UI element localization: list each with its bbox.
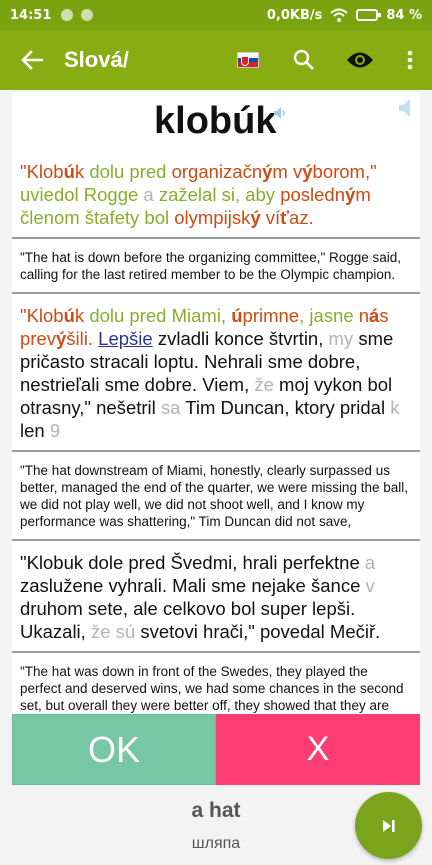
sentence-segment: olympijsk (174, 207, 251, 228)
example-1: "Klobúk dolu pred organizačným výborom,"… (12, 160, 420, 294)
sentence-segment: ú (63, 161, 75, 182)
sentence-segment: ý (302, 161, 313, 182)
sentence-segment: zvladli konce štvrtin, (152, 328, 329, 349)
sentence-segment: "Klob (20, 305, 64, 326)
sentence-segment: , (299, 305, 310, 326)
search-icon (293, 49, 314, 70)
next-button[interactable] (355, 792, 422, 859)
sentence-segment: členom štafety bol (20, 207, 175, 228)
overflow-menu-button[interactable] (388, 30, 432, 90)
sentence-segment: ú (63, 305, 75, 326)
sentence-segment: az. (289, 207, 314, 228)
sentence-segment: ý (345, 184, 356, 205)
search-button[interactable] (276, 30, 332, 90)
word-link[interactable]: Lepšie (98, 328, 153, 349)
sentence-segment: organizačn (171, 161, 263, 182)
divider (12, 450, 420, 452)
sentence-segment: v (365, 575, 375, 596)
example-translation: "The hat downstream of Miami, honestly, … (20, 463, 408, 529)
skip-next-icon (382, 819, 395, 832)
sentence-segment: 9 (49, 420, 61, 441)
sentence-segment: k (390, 397, 400, 418)
example-sentence: "Klobúk dolu pred Miami, úprimne, jasne … (12, 304, 420, 442)
sentence-segment: s (379, 305, 389, 326)
sentence-segment: ví (260, 207, 281, 228)
visibility-button[interactable] (332, 30, 388, 90)
sentence-segment: ú (231, 305, 243, 326)
language-button[interactable] (220, 30, 276, 90)
speaker-icon[interactable] (398, 98, 414, 118)
sentence-segment: uviedol Rogge (20, 184, 144, 205)
back-button[interactable] (0, 30, 64, 90)
sentence-segment: zaželal si, aby (158, 184, 281, 205)
arrow-left-icon (21, 50, 43, 70)
example-translation: "The hat is down before the organizing c… (20, 250, 402, 282)
example-2: "Klobúk dolu pred Miami, úprimne, jasne … (12, 304, 420, 541)
divider (12, 539, 420, 541)
divider (12, 651, 420, 653)
sentence-segment: n (358, 305, 370, 326)
sentence-segment: k (74, 161, 90, 182)
sentence-segment: že (254, 374, 280, 395)
sentence-segment: svetovi hrači," povedal Mečiř. (140, 621, 381, 642)
sentence-segment: posledn (280, 184, 346, 205)
ok-button[interactable]: OK (12, 714, 216, 785)
example-3: "Klobuk dole pred Švedmi, hrali perfektn… (12, 551, 420, 714)
status-bar: 14:51 0,0KB/s 84 % (0, 0, 432, 30)
sentence-segment: šili. (66, 328, 99, 349)
divider (12, 292, 420, 294)
example-sentence: "Klobúk dolu pred organizačným výborom,"… (12, 160, 420, 229)
sentence-segment: my (328, 328, 359, 349)
notification-dot-icon (81, 9, 94, 21)
network-speed: 0,0KB/s (266, 7, 323, 23)
example-translation: "The hat was down in front of the Swedes… (20, 664, 404, 713)
sentence-segment: "Klob (20, 161, 64, 182)
sentence-segment: sa (160, 397, 186, 418)
sentence-segment: ť (280, 207, 290, 228)
sentence-segment: a (364, 552, 376, 573)
sentence-segment: m (355, 184, 371, 205)
word-header: klobúk (12, 92, 420, 160)
notification-dot-icon (61, 9, 74, 21)
reject-button[interactable]: X (216, 714, 420, 785)
headword: klobúk (154, 100, 277, 142)
toolbar: Slová/ (0, 30, 432, 90)
sentence-segment: zaslužene vyhrali. Mali sme nejake šance (20, 575, 366, 596)
battery-level: 84 % (386, 7, 422, 23)
sentence-segment: dolu pred (89, 161, 172, 182)
sentence-segment: a (143, 184, 159, 205)
sentence-segment: len (20, 420, 50, 441)
wifi-icon (330, 8, 349, 22)
slovakia-flag-icon (237, 52, 259, 68)
more-vert-icon (407, 50, 413, 70)
sentence-segment: "Klobuk dole pred Švedmi, hrali perfektn… (20, 552, 365, 573)
sentence-segment: k (74, 305, 90, 326)
battery-icon (356, 9, 382, 21)
example-sentence: "Klobuk dole pred Švedmi, hrali perfektn… (12, 551, 420, 643)
sentence-segment: borom," (312, 161, 377, 182)
sentence-segment: že sú (90, 621, 141, 642)
divider (12, 237, 420, 239)
word-card: klobúk "Klobúk dolu pred organizačným vý… (12, 92, 420, 714)
sentence-segment: ý (262, 161, 273, 182)
sentence-segment: ý (56, 328, 67, 349)
toolbar-title: Slová/ (64, 47, 129, 72)
sentence-segment: dolu pred Miami, (89, 305, 232, 326)
speaker-icon[interactable] (273, 106, 287, 120)
sentence-segment: jasne (309, 305, 359, 326)
sentence-segment: prev (20, 328, 56, 349)
sentence-segment: Tim Duncan, ktory pridal (185, 397, 391, 418)
sentence-segment: á (369, 305, 380, 326)
sentence-segment: m v (272, 161, 303, 182)
eye-icon (347, 52, 373, 68)
sentence-segment: primne (242, 305, 300, 326)
status-time: 14:51 (10, 7, 52, 23)
sentence-segment: ý (250, 207, 261, 228)
